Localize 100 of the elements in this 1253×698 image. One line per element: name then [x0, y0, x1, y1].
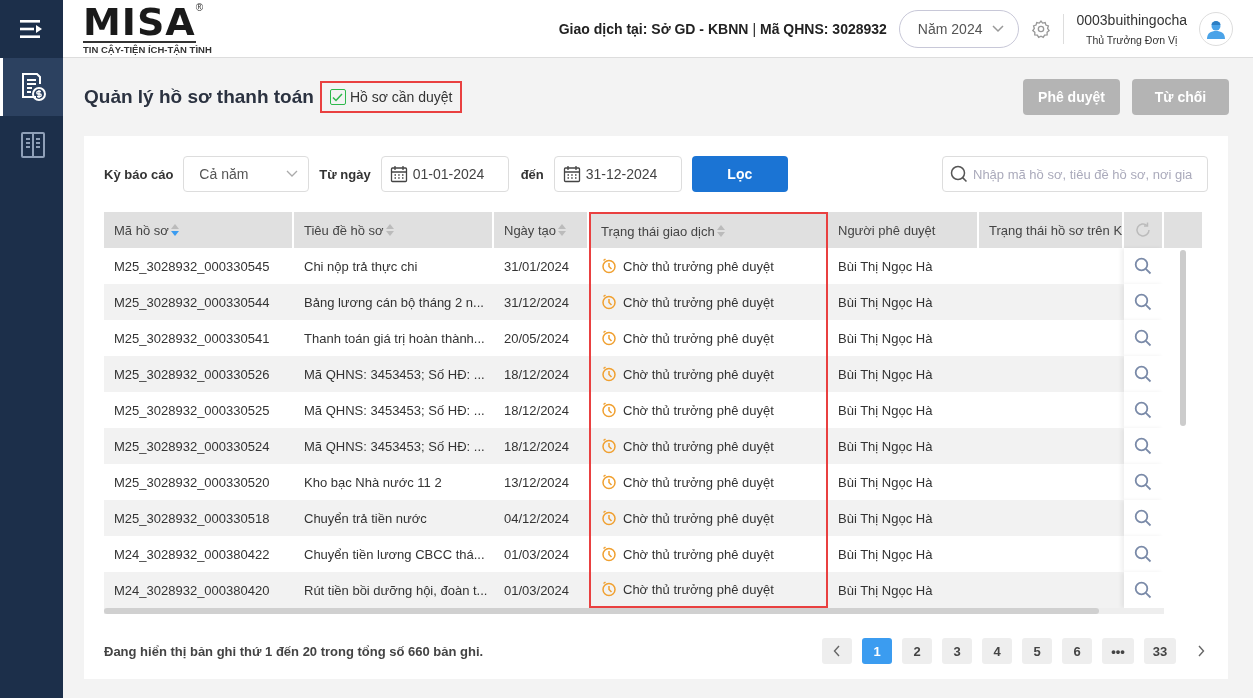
logo-mark: ® [195, 2, 204, 13]
search-icon[interactable] [1134, 257, 1152, 275]
table-cell-text: Mã QHNS: 3453453; Số HĐ: ... [303, 401, 486, 420]
menu-icon[interactable] [19, 19, 44, 39]
search-icon[interactable] [1134, 581, 1152, 599]
table-cell: 04/12/2024 [494, 500, 589, 536]
table-cell-text: Thanh toán giá trị hoàn thành... [303, 329, 486, 348]
user-name: 0003buithingocha [1076, 11, 1187, 28]
pending-icon [601, 330, 617, 346]
table-cell: Mã QHNS: 3453453; Số HĐ: ... [294, 428, 494, 464]
calendar-icon[interactable] [389, 165, 408, 183]
table-cell: 18/12/2024 [494, 356, 589, 392]
page-button[interactable]: 33 [1144, 638, 1176, 664]
column-header[interactable]: Tiêu đề hồ sơ [294, 212, 494, 248]
table-cell-text: M25_3028932_000330545 [113, 257, 271, 276]
table-cell: Bùi Thị Ngọc Hà [828, 284, 979, 320]
search-icon[interactable] [1134, 365, 1152, 383]
table-cell: Rút tiền bồi dưỡng hội, đoàn t... [294, 572, 494, 608]
status-text: Chờ thủ trưởng phê duyệt [623, 510, 774, 526]
table-cell: M24_3028932_000380420 [104, 572, 294, 608]
status-text: Chờ thủ trưởng phê duyệt [623, 330, 774, 346]
page-button[interactable]: 4 [982, 638, 1012, 664]
table-cell-text: 20/05/2024 [503, 329, 571, 348]
filter-button[interactable]: Lọc [691, 156, 788, 192]
invoice-icon [19, 72, 47, 102]
transaction-place: Giao dịch tại: Sở GD - KBNN [558, 20, 749, 37]
status-text: Chờ thủ trưởng phê duyệt [623, 402, 774, 418]
year-dropdown[interactable]: Năm 2024 [898, 9, 1020, 48]
table-cell-text: Bùi Thị Ngọc Hà [837, 329, 934, 348]
calendar-icon[interactable] [562, 165, 581, 183]
chevron-left-icon [833, 645, 841, 657]
column-header[interactable]: Trạng thái giao dịch [589, 212, 828, 248]
unit-code: Mã QHNS: 3028932 [760, 20, 887, 37]
table-cell: Mã QHNS: 3453453; Số HĐ: ... [294, 356, 494, 392]
from-date-field[interactable]: 01-01-2024 [380, 156, 509, 192]
sidebar-item[interactable] [0, 58, 63, 116]
search-icon[interactable] [1134, 545, 1152, 563]
table-cell-text: M25_3028932_000330520 [113, 473, 271, 492]
scrollbar[interactable] [1180, 250, 1186, 426]
table-cell-text: Kho bạc Nhà nước 11 2 [303, 473, 443, 492]
column-header[interactable]: Ngày tạo [494, 212, 589, 248]
chevron-right-icon [1197, 645, 1205, 657]
table-cell: Bùi Thị Ngọc Hà [828, 356, 979, 392]
status-text: Chờ thủ trưởng phê duyệt [623, 581, 774, 597]
status-text: Chờ thủ trưởng phê duyệt [623, 294, 774, 310]
page-button[interactable]: 6 [1062, 638, 1092, 664]
scrollbar[interactable] [104, 608, 1099, 614]
table-cell-text: 18/12/2024 [503, 401, 571, 420]
table-cell-text: Chuyển tiền lương CBCC thá... [303, 545, 486, 564]
search-icon[interactable] [1134, 509, 1152, 527]
table-cell-text: M25_3028932_000330525 [113, 401, 271, 420]
logo-name: MISA [83, 2, 196, 43]
search-field[interactable]: Nhập mã hồ sơ, tiêu đề hồ sơ, nơi gia [942, 156, 1208, 192]
pending-icon [601, 402, 617, 418]
to-label: đến [520, 166, 544, 182]
table-cell: M25_3028932_000330544 [104, 284, 294, 320]
table-cell: Chuyển trả tiền nước [294, 500, 494, 536]
table-cell: Bùi Thị Ngọc Hà [828, 428, 979, 464]
page-button[interactable]: ••• [1102, 638, 1134, 664]
status-text: Chờ thủ trưởng phê duyệt [623, 366, 774, 382]
column-header[interactable]: Mã hồ sơ [104, 212, 294, 248]
page-button[interactable]: 5 [1022, 638, 1052, 664]
pending-icon [601, 366, 617, 382]
book-icon [20, 131, 46, 159]
filter-checkbox[interactable]: Hồ sơ cần duyệt [319, 81, 463, 113]
search-icon[interactable] [1134, 329, 1152, 347]
pending-icon [601, 474, 617, 490]
column-header: Người phê duyệt [828, 212, 979, 248]
search-icon[interactable] [1134, 437, 1152, 455]
table-cell-text: Bùi Thị Ngọc Hà [837, 473, 934, 492]
page-button[interactable]: 2 [902, 638, 932, 664]
table-cell: Bùi Thị Ngọc Hà [828, 572, 979, 608]
period-label: Kỳ báo cáo [104, 166, 174, 182]
sort-icon[interactable] [169, 223, 180, 237]
search-icon[interactable] [1134, 401, 1152, 419]
chevron-down-icon [286, 170, 299, 178]
search-icon[interactable] [1134, 293, 1152, 311]
chevron-down-icon [992, 24, 1005, 33]
check-icon [332, 92, 344, 102]
status-text: Chờ thủ trưởng phê duyệt [623, 474, 774, 490]
period-dropdown[interactable]: Cả năm [183, 156, 310, 192]
pending-icon [601, 510, 617, 526]
table-cell-text: 31/01/2024 [503, 257, 571, 276]
table-cell-text: M25_3028932_000330541 [113, 329, 271, 348]
settings-icon[interactable] [1031, 18, 1052, 39]
from-label: Từ ngày [319, 166, 371, 182]
table-cell: M25_3028932_000330526 [104, 356, 294, 392]
table-cell: M25_3028932_000330518 [104, 500, 294, 536]
pending-icon [601, 438, 617, 454]
table-cell-text: Bùi Thị Ngọc Hà [837, 257, 934, 276]
logo-tagline: TIN CẬY-TIỆN ÍCH-TẬN TÌNH [83, 44, 212, 55]
to-date-field[interactable]: 31-12-2024 [553, 156, 682, 192]
table-cell-text: Bùi Thị Ngọc Hà [837, 545, 934, 564]
status-text: Chờ thủ trưởng phê duyệt [623, 438, 774, 454]
table-cell-text: 01/03/2024 [503, 545, 571, 564]
search-icon[interactable] [1134, 473, 1152, 491]
page-button[interactable]: 3 [942, 638, 972, 664]
pending-icon [601, 294, 617, 310]
prev-page-button[interactable] [822, 638, 852, 664]
table-cell-text: M24_3028932_000380422 [113, 545, 271, 564]
